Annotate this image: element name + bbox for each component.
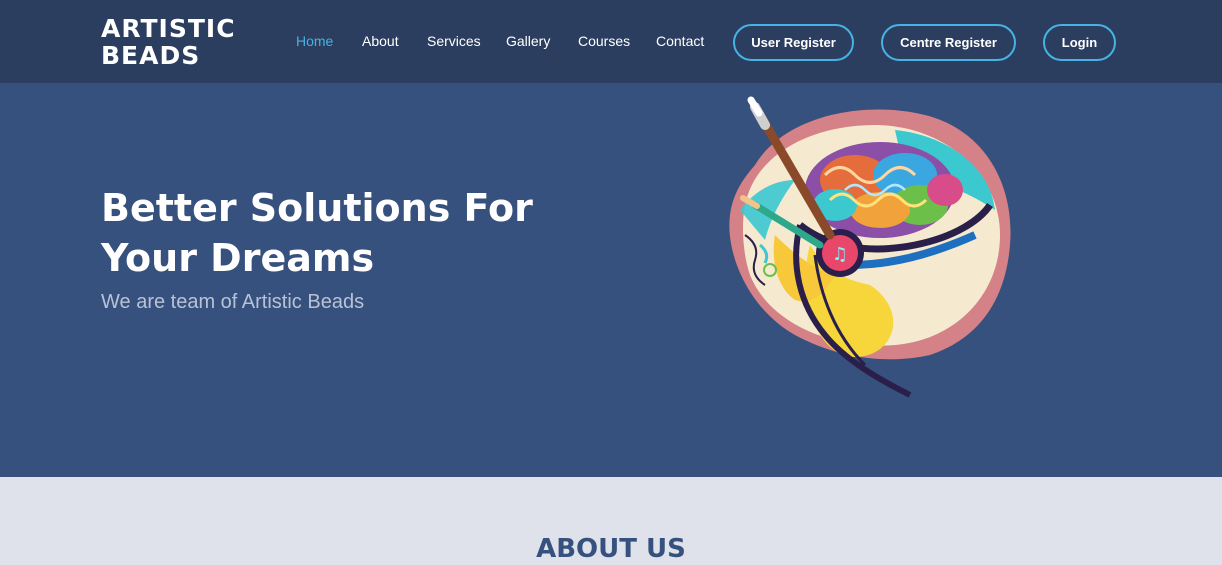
logo[interactable]: ARTISTIC BEADS — [101, 15, 236, 69]
nav-services[interactable]: Services — [427, 33, 481, 49]
navbar: ARTISTIC BEADS Home About Services Galle… — [0, 0, 1222, 83]
nav-home[interactable]: Home — [296, 33, 333, 49]
about-section: ABOUT US — [0, 477, 1222, 565]
centre-register-button[interactable]: Centre Register — [881, 24, 1016, 61]
svg-text:♫: ♫ — [832, 244, 848, 265]
nav-about[interactable]: About — [362, 33, 399, 49]
hero-subtitle: We are team of Artistic Beads — [101, 291, 365, 313]
login-button[interactable]: Login — [1043, 24, 1116, 61]
nav-courses[interactable]: Courses — [578, 33, 630, 49]
hero-title: Better Solutions For Your Dreams — [101, 186, 533, 280]
nav-contact[interactable]: Contact — [656, 33, 704, 49]
about-title: ABOUT US — [536, 534, 686, 564]
user-register-button[interactable]: User Register — [733, 24, 854, 61]
hero-section: Better Solutions For Your Dreams We are … — [0, 83, 1222, 477]
colorful-brain-head-art-icon: ♫ — [729, 96, 1011, 398]
nav-gallery[interactable]: Gallery — [506, 33, 550, 49]
